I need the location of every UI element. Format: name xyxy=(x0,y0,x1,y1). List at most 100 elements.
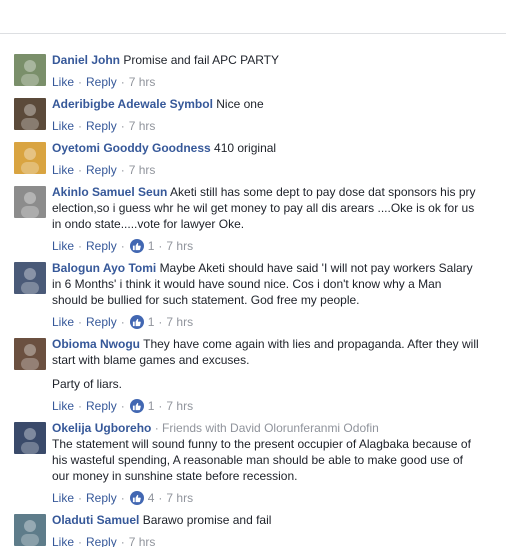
comment-body: Obioma Nwogu They have come again with l… xyxy=(52,336,498,414)
like-count[interactable]: 4 xyxy=(129,490,154,506)
like-link[interactable]: Like xyxy=(52,162,74,178)
like-count-value: 1 xyxy=(147,239,155,253)
comment-author[interactable]: Okelija Ugboreho xyxy=(52,421,151,435)
timestamp[interactable]: 7 hrs xyxy=(166,238,193,254)
reply-link[interactable]: Reply xyxy=(86,490,117,506)
thumbs-up-icon xyxy=(129,239,144,253)
friend-context: · Friends with David Olorunferanmi Odofi… xyxy=(154,421,379,435)
comment-text: should be bullied for such statement. Go… xyxy=(52,293,360,307)
separator-dot: · xyxy=(120,535,125,547)
thumbs-up-icon xyxy=(129,399,144,413)
comment-actions: Like · Reply · 7 hrs xyxy=(52,162,498,178)
comment-actions: Like · Reply · 7 hrs xyxy=(52,74,498,90)
divider xyxy=(0,33,506,34)
comment-author[interactable]: Oladuti Samuel xyxy=(52,513,139,527)
comment-line: Obioma Nwogu They have come again with l… xyxy=(52,336,498,352)
avatar[interactable] xyxy=(14,262,46,294)
timestamp[interactable]: 7 hrs xyxy=(129,118,156,134)
reply-link[interactable]: Reply xyxy=(86,238,117,254)
comment-line: Aderibigbe Adewale Symbol Nice one xyxy=(52,96,498,112)
like-link[interactable]: Like xyxy=(52,238,74,254)
comment-item: Daniel John Promise and fail APC PARTY Li… xyxy=(14,52,498,90)
like-link[interactable]: Like xyxy=(52,534,74,547)
like-link[interactable]: Like xyxy=(52,118,74,134)
comment-text: 410 original xyxy=(214,141,277,155)
comment-line: Okelija Ugboreho · Friends with David Ol… xyxy=(52,420,498,436)
comment-text: Promise and fail APC PARTY xyxy=(123,53,279,67)
reply-link[interactable]: Reply xyxy=(86,74,117,90)
comment-item: Balogun Ayo Tomi Maybe Aketi should have… xyxy=(14,260,498,330)
comment-body: Daniel John Promise and fail APC PARTY Li… xyxy=(52,52,498,90)
comment-text: Barawo promise and fail xyxy=(142,513,272,527)
separator-dot: · xyxy=(120,75,125,89)
separator-dot: · xyxy=(120,239,125,253)
avatar[interactable] xyxy=(14,98,46,130)
comment-line: Oladuti Samuel Barawo promise and fail xyxy=(52,512,498,528)
separator-dot: · xyxy=(158,399,163,413)
comment-author[interactable]: Oyetomi Gooddy Goodness xyxy=(52,141,211,155)
comment-actions: Like · Reply · 7 hrs xyxy=(52,534,498,547)
separator-dot: · xyxy=(78,491,83,505)
comment-text: in ondo state.....vote for lawyer Oke. xyxy=(52,217,245,231)
comment-actions: Like · Reply · 1 · 7 hrs xyxy=(52,314,498,330)
separator-dot: · xyxy=(78,535,83,547)
comment-text: in 6 Months' i think it would have sound… xyxy=(52,277,442,291)
separator-dot: · xyxy=(158,315,163,329)
timestamp[interactable]: 7 hrs xyxy=(129,162,156,178)
comment-text: his wasteful spending, A reasonable man … xyxy=(52,453,463,467)
reply-link[interactable]: Reply xyxy=(86,534,117,547)
comment-actions: Like · Reply · 1 · 7 hrs xyxy=(52,238,498,254)
avatar[interactable] xyxy=(14,54,46,86)
like-count[interactable]: 1 xyxy=(129,238,155,254)
comment-author[interactable]: Balogun Ayo Tomi xyxy=(52,261,156,275)
like-link[interactable]: Like xyxy=(52,74,74,90)
comment-text: Party of liars. xyxy=(52,377,123,391)
separator-dot: · xyxy=(78,399,83,413)
timestamp[interactable]: 7 hrs xyxy=(166,490,193,506)
comment-list: Daniel John Promise and fail APC PARTY Li… xyxy=(14,52,498,547)
avatar[interactable] xyxy=(14,514,46,546)
comment-item: Aderibigbe Adewale Symbol Nice one Like · R… xyxy=(14,96,498,134)
like-link[interactable]: Like xyxy=(52,398,74,414)
comment-author[interactable]: Aderibigbe Adewale Symbol xyxy=(52,97,213,111)
comment-body: Aderibigbe Adewale Symbol Nice one Like · R… xyxy=(52,96,498,134)
comment-item: Okelija Ugboreho · Friends with David Ol… xyxy=(14,420,498,506)
reply-link[interactable]: Reply xyxy=(86,314,117,330)
reply-link[interactable]: Reply xyxy=(86,118,117,134)
separator-dot: · xyxy=(120,163,125,177)
comment-author[interactable]: Daniel John xyxy=(52,53,120,67)
comment-item: Akinlo Samuel Seun Aketi still has some … xyxy=(14,184,498,254)
comment-body: Balogun Ayo Tomi Maybe Aketi should have… xyxy=(52,260,498,330)
avatar[interactable] xyxy=(14,338,46,370)
comment-text: Nice one xyxy=(216,97,264,111)
separator-dot: · xyxy=(120,315,125,329)
comment-text: The statement will sound funny to the pr… xyxy=(52,437,471,451)
comment-body: Oyetomi Gooddy Goodness 410 original Like… xyxy=(52,140,498,178)
comment-line: Oyetomi Gooddy Goodness 410 original xyxy=(52,140,498,156)
like-link[interactable]: Like xyxy=(52,314,74,330)
comment-body: Okelija Ugboreho · Friends with David Ol… xyxy=(52,420,498,506)
comment-author[interactable]: Akinlo Samuel Seun xyxy=(52,185,167,199)
like-link[interactable]: Like xyxy=(52,490,74,506)
comment-text: They have come again with lies and propa… xyxy=(143,337,479,351)
comment-item: Oladuti Samuel Barawo promise and fail Li… xyxy=(14,512,498,547)
timestamp[interactable]: 7 hrs xyxy=(129,534,156,547)
like-count[interactable]: 1 xyxy=(129,314,154,330)
separator-dot: · xyxy=(120,491,125,505)
like-count[interactable]: 1 xyxy=(129,398,154,414)
thumbs-up-icon xyxy=(129,491,144,505)
avatar[interactable] xyxy=(14,186,46,218)
comment-text: Maybe Aketi should have said 'I will not… xyxy=(159,261,473,275)
timestamp[interactable]: 7 hrs xyxy=(166,398,193,414)
reply-link[interactable]: Reply xyxy=(86,162,117,178)
avatar[interactable] xyxy=(14,422,46,454)
separator-dot: · xyxy=(78,163,83,177)
reply-link[interactable]: Reply xyxy=(86,398,117,414)
separator-dot: · xyxy=(78,119,83,133)
comment-text: Aketi still has some dept to pay dose da… xyxy=(170,185,476,199)
comment-actions: Like · Reply · 4 · 7 hrs xyxy=(52,490,498,506)
avatar[interactable] xyxy=(14,142,46,174)
comment-author[interactable]: Obioma Nwogu xyxy=(52,337,140,351)
timestamp[interactable]: 7 hrs xyxy=(129,74,156,90)
timestamp[interactable]: 7 hrs xyxy=(166,314,193,330)
